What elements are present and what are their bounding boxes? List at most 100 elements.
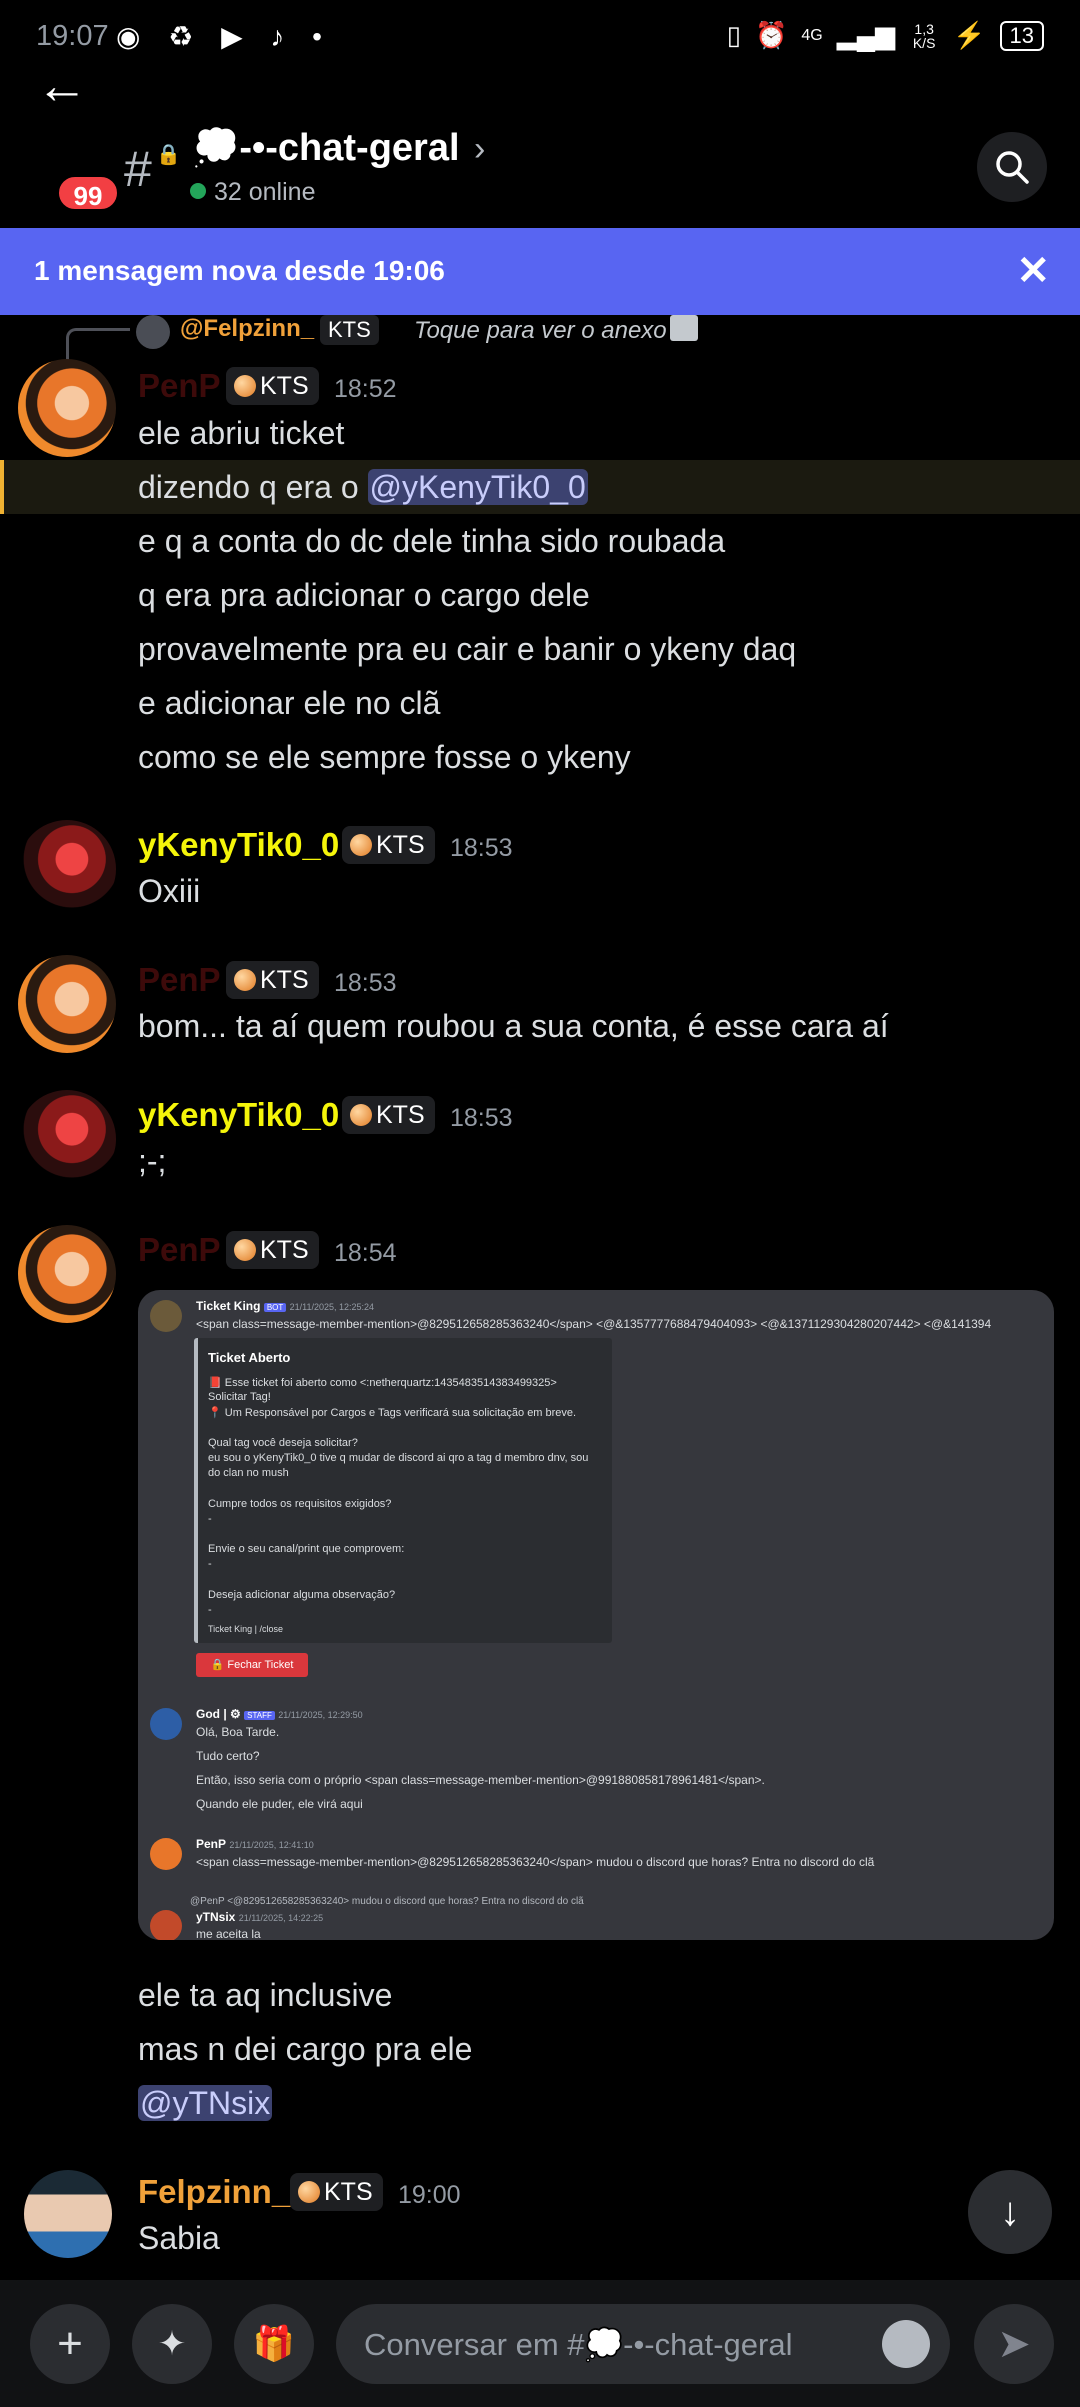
close-icon[interactable]: ✕ <box>1016 248 1050 294</box>
tag-gem-icon <box>350 1104 372 1126</box>
add-attachment-button[interactable]: + <box>30 2304 110 2384</box>
message-input[interactable]: Conversar em #💭-•-chat-geral <box>336 2304 950 2384</box>
clan-tag: KTS <box>226 961 319 999</box>
staff-avatar <box>150 1708 182 1740</box>
attachment-mentions: <span class=message-member-mention>@8295… <box>196 1317 992 1331</box>
message-line: Oxiii <box>138 873 201 909</box>
reply-connector <box>66 328 130 362</box>
clan-tag: KTS <box>226 367 319 405</box>
avatar[interactable] <box>18 1090 116 1188</box>
message-author[interactable]: yKenyTik0_0 <box>138 1096 339 1134</box>
tag-gem-icon <box>298 2181 320 2203</box>
staff-line: Então, isso seria com o próprio <span cl… <box>196 1773 765 1787</box>
message-author[interactable]: PenP <box>138 367 221 405</box>
ytn-reply-line: @PenP <@829512658285363240> mudou o disc… <box>190 1896 584 1907</box>
ytn-line: me aceita la <box>196 1927 261 1940</box>
status-time: 19:07 <box>36 20 109 52</box>
message-author[interactable]: PenP <box>138 961 221 999</box>
gift-button[interactable]: 🎁 <box>234 2304 314 2384</box>
send-button[interactable]: ➤ <box>974 2304 1054 2384</box>
staff-line: Quando ele puder, ele virá aqui <box>196 1797 363 1811</box>
apps-button[interactable]: ✦ <box>132 2304 212 2384</box>
reply-tag: KTS <box>320 315 379 345</box>
attachment-bot-header: Ticket King BOT 21/11/2025, 12:25:24 <box>196 1299 375 1313</box>
message-time: 18:53 <box>450 1104 513 1132</box>
image-attachment[interactable]: Ticket King BOT 21/11/2025, 12:25:24 <sp… <box>138 1290 1054 1940</box>
message-time: 18:54 <box>334 1239 397 1267</box>
ticket-line: 📍 Um Responsável por Cargos e Tags verif… <box>208 1407 577 1419</box>
lock-icon: 🔒 <box>156 144 181 166</box>
ticket-line: Qual tag você deseja solicitar? <box>208 1437 358 1449</box>
status-bar: 19:07 ◉ ♻ ▶ ♪ • ▯ ⏰ 4G ▂▄▆ 1,3 K/S ⚡ 13 <box>0 0 1080 80</box>
channel-title[interactable]: 💭-•-chat-geral <box>192 126 460 170</box>
composer-bar: + ✦ 🎁 Conversar em #💭-•-chat-geral ➤ <box>0 2280 1080 2407</box>
back-arrow-icon[interactable]: ← <box>36 60 88 112</box>
signal-icon: ▂▄▆ <box>836 20 896 50</box>
reply-author[interactable]: @Felpzinn_ <box>180 315 314 343</box>
online-status-dot <box>190 183 206 199</box>
message-line: mas n dei cargo pra ele <box>138 2031 473 2067</box>
avatar[interactable] <box>18 820 116 918</box>
battery-icon: 13 <box>999 20 1044 51</box>
message-line: ele abriu ticket <box>138 415 345 451</box>
bot-avatar <box>150 1300 182 1332</box>
staff-header: God | ⚙ STAFF 21/11/2025, 12:29:50 <box>196 1707 363 1721</box>
reply-text[interactable]: Toque para ver o anexo <box>414 317 667 345</box>
ticket-footer: Ticket King | /close <box>208 1624 284 1634</box>
alarm-icon: ⏰ <box>755 20 788 50</box>
user-mention[interactable]: @yKenyTik0_0 <box>367 469 588 505</box>
penp-header: PenP 21/11/2025, 12:41:10 <box>196 1837 314 1851</box>
chevron-right-icon[interactable]: › <box>474 130 485 169</box>
clan-tag: KTS <box>342 826 435 864</box>
message-line: Sabia <box>138 2220 220 2256</box>
message-list[interactable]: @Felpzinn_ KTS Toque para ver o anexo Pe… <box>0 315 1080 2280</box>
status-right: ▯ ⏰ 4G ▂▄▆ 1,3 K/S ⚡ 13 <box>727 20 1044 51</box>
send-icon: ➤ <box>997 2322 1031 2366</box>
tag-gem-icon <box>234 969 256 991</box>
new-messages-bar[interactable]: 1 mensagem nova desde 19:06 ✕ <box>0 228 1080 315</box>
avatar[interactable] <box>18 359 116 457</box>
plus-icon: + <box>57 2319 83 2368</box>
gift-icon: 🎁 <box>252 2325 296 2363</box>
jump-to-bottom-button[interactable]: ↓ <box>968 2170 1052 2254</box>
ticket-line: - <box>208 1604 212 1616</box>
staff-line: Olá, Boa Tarde. <box>196 1725 280 1739</box>
clan-tag: KTS <box>290 2173 383 2211</box>
message-author[interactable]: yKenyTik0_0 <box>138 826 339 864</box>
ticket-embed-card: Ticket Aberto 📕 Esse ticket foi aberto c… <box>194 1338 612 1643</box>
user-mention[interactable]: @yTNsix <box>138 2085 273 2121</box>
message-author[interactable]: PenP <box>138 1231 221 1269</box>
ticket-line: do clan no mush <box>208 1467 289 1479</box>
message-line: provavelmente pra eu cair e banir o yken… <box>138 631 797 667</box>
message-author[interactable]: Felpzinn_ <box>138 2173 290 2211</box>
message-time: 18:53 <box>450 834 513 862</box>
staff-line: Tudo certo? <box>196 1749 260 1763</box>
search-icon <box>996 151 1029 184</box>
ticket-line: Cumpre todos os requisitos exigidos? <box>208 1498 392 1510</box>
ticket-line: Solicitar Tag! <box>208 1391 271 1403</box>
online-count: 32 online <box>214 178 316 206</box>
message-line: @yTNsix <box>138 2085 273 2122</box>
tag-gem-icon <box>350 834 372 856</box>
emoji-icon[interactable] <box>882 2320 930 2368</box>
penp-avatar <box>150 1838 182 1870</box>
message-line: como se ele sempre fosse o ykeny <box>138 739 631 775</box>
message-time: 19:00 <box>398 2181 461 2209</box>
channel-hash-icon: # <box>124 141 152 197</box>
clan-tag: KTS <box>342 1096 435 1134</box>
clan-tag: KTS <box>226 1231 319 1269</box>
search-button[interactable] <box>977 132 1047 202</box>
tag-gem-icon <box>234 1239 256 1261</box>
avatar[interactable] <box>18 955 116 1053</box>
penp-line: <span class=message-member-mention>@8295… <box>196 1855 875 1869</box>
ticket-line: - <box>208 1513 212 1525</box>
message-line: e q a conta do dc dele tinha sido roubad… <box>138 523 726 559</box>
message-line: ele ta aq inclusive <box>138 1977 393 2013</box>
avatar[interactable] <box>18 1225 116 1323</box>
message-time: 18:53 <box>334 969 397 997</box>
arrow-down-icon: ↓ <box>1000 2190 1020 2234</box>
charging-icon: ⚡ <box>953 20 986 50</box>
ytn-avatar <box>150 1910 182 1940</box>
avatar[interactable] <box>24 2170 112 2258</box>
tag-gem-icon <box>234 375 256 397</box>
